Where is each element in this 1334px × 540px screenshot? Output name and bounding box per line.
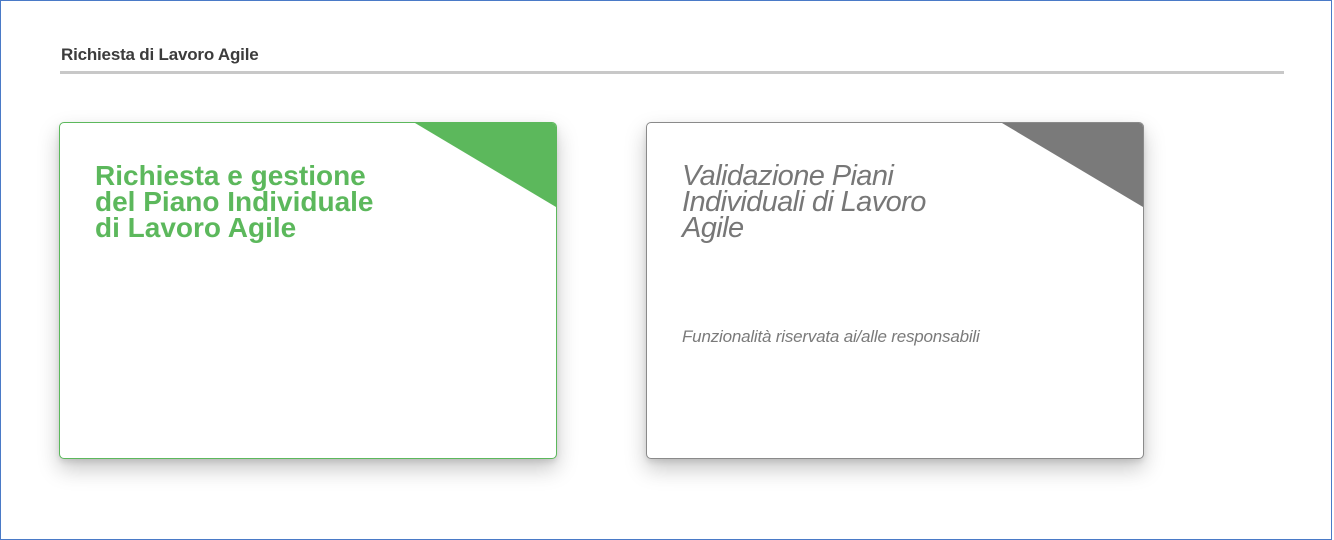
corner-ribbon-green: [415, 123, 556, 207]
card-validazione-piani[interactable]: Validazione Piani Individuali di Lavoro …: [646, 122, 1144, 459]
card-title: Validazione Piani Individuali di Lavoro …: [682, 160, 926, 244]
corner-triangle-icon: [1002, 123, 1143, 207]
section-divider: [60, 71, 1284, 74]
corner-triangle-icon: [415, 123, 556, 207]
card-title: Richiesta e gestione del Piano Individua…: [95, 160, 374, 243]
page-frame: Richiesta di Lavoro Agile Richiesta e ge…: [0, 0, 1332, 540]
card-subtitle: Funzionalità riservata ai/alle responsab…: [682, 327, 980, 346]
corner-ribbon-grey: [1002, 123, 1143, 207]
section-title: Richiesta di Lavoro Agile: [61, 45, 259, 64]
card-richiesta-gestione-piano[interactable]: Richiesta e gestione del Piano Individua…: [59, 122, 557, 459]
